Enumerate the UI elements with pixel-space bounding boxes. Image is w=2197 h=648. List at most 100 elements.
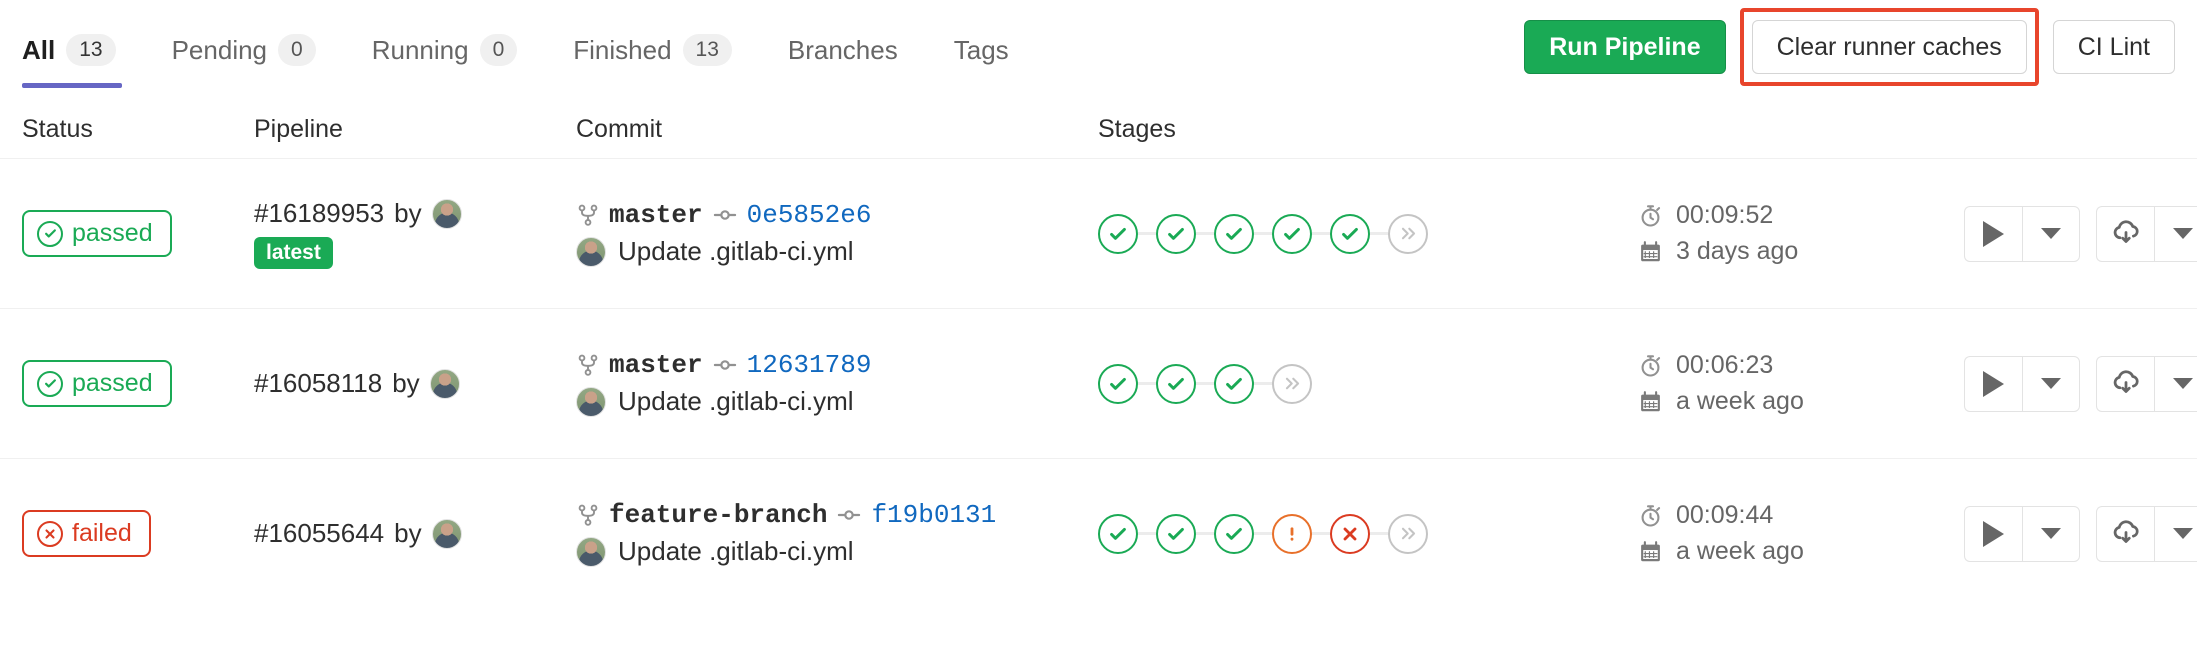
stage-connector — [1312, 532, 1330, 535]
stage-success-icon[interactable] — [1156, 364, 1196, 404]
commit-message-link[interactable]: Update .gitlab-ci.yml — [618, 386, 854, 417]
stages-graph — [1098, 514, 1638, 554]
finished-time-text: a week ago — [1676, 387, 1804, 416]
avatar[interactable] — [430, 369, 460, 399]
stages-cell — [1098, 214, 1638, 254]
check-circle-icon — [37, 221, 63, 247]
tab-label: Pending — [172, 35, 267, 66]
cloud-download-icon — [2111, 217, 2141, 250]
stage-failed-icon[interactable] — [1330, 514, 1370, 554]
stage-connector — [1370, 232, 1388, 235]
stage-success-icon[interactable] — [1098, 214, 1138, 254]
stage-connector — [1138, 532, 1156, 535]
duration-text: 00:09:44 — [1676, 501, 1773, 530]
avatar[interactable] — [576, 537, 606, 567]
branch-name-link[interactable]: feature-branch — [609, 500, 827, 530]
ci-lint-button[interactable]: CI Lint — [2053, 20, 2175, 74]
branch-icon — [576, 352, 600, 378]
commit-message-link[interactable]: Update .gitlab-ci.yml — [618, 236, 854, 267]
play-icon — [1983, 221, 2004, 247]
play-button-group — [1964, 506, 2080, 562]
commit-message-link[interactable]: Update .gitlab-ci.yml — [618, 536, 854, 567]
commit-sha-link[interactable]: 12631789 — [747, 350, 872, 380]
status-badge[interactable]: passed — [22, 360, 172, 407]
stage-success-icon[interactable] — [1214, 364, 1254, 404]
duration-text: 00:09:52 — [1676, 201, 1773, 230]
pipeline-id-link[interactable]: #16189953 — [254, 198, 384, 229]
pipeline-by-label: by — [394, 518, 421, 549]
download-dropdown-button[interactable] — [2154, 206, 2197, 262]
tab-pending[interactable]: Pending0 — [144, 0, 344, 100]
tab-finished[interactable]: Finished13 — [545, 0, 760, 100]
timer-icon — [1638, 353, 1663, 378]
play-dropdown-button[interactable] — [2022, 206, 2080, 262]
clear-runner-caches-highlight: Clear runner caches — [1740, 8, 2039, 86]
tab-branches[interactable]: Branches — [760, 0, 926, 100]
pipeline-by-label: by — [392, 368, 419, 399]
status-badge[interactable]: passed — [22, 210, 172, 257]
pipeline-meta-cell: 00:06:23 a week ago — [1638, 351, 1948, 416]
avatar[interactable] — [576, 387, 606, 417]
status-label: passed — [72, 369, 153, 398]
status-badge[interactable]: failed — [22, 510, 151, 557]
pipeline-cell: #16055644 by — [254, 518, 576, 549]
stage-skipped-icon[interactable] — [1272, 364, 1312, 404]
calendar-icon — [1638, 389, 1663, 414]
play-dropdown-button[interactable] — [2022, 356, 2080, 412]
stage-success-icon[interactable] — [1214, 514, 1254, 554]
stage-success-icon[interactable] — [1330, 214, 1370, 254]
stage-skipped-icon[interactable] — [1388, 214, 1428, 254]
play-button[interactable] — [1964, 206, 2022, 262]
chevron-down-icon — [2041, 378, 2061, 389]
tab-running[interactable]: Running0 — [344, 0, 546, 100]
run-pipeline-button[interactable]: Run Pipeline — [1524, 20, 1725, 74]
commit-node-icon — [836, 504, 862, 526]
pipeline-cell: #16189953 by latest — [254, 198, 576, 269]
download-artifacts-button[interactable] — [2096, 206, 2154, 262]
stage-success-icon[interactable] — [1214, 214, 1254, 254]
chevron-down-icon — [2041, 528, 2061, 539]
play-button[interactable] — [1964, 506, 2022, 562]
stage-success-icon[interactable] — [1098, 514, 1138, 554]
branch-icon — [576, 202, 600, 228]
stage-connector — [1138, 232, 1156, 235]
download-dropdown-button[interactable] — [2154, 356, 2197, 412]
tab-tags[interactable]: Tags — [926, 0, 1037, 100]
play-button-group — [1964, 356, 2080, 412]
play-icon — [1983, 371, 2004, 397]
column-header-stages: Stages — [1098, 115, 1638, 144]
pipeline-by-label: by — [394, 198, 421, 229]
stage-warning-icon[interactable] — [1272, 514, 1312, 554]
stage-success-icon[interactable] — [1272, 214, 1312, 254]
download-artifacts-button[interactable] — [2096, 356, 2154, 412]
branch-name-link[interactable]: master — [609, 200, 703, 230]
avatar[interactable] — [432, 519, 462, 549]
pipeline-id-link[interactable]: #16055644 — [254, 518, 384, 549]
table-header-row: Status Pipeline Commit Stages — [0, 100, 2197, 158]
stage-success-icon[interactable] — [1156, 214, 1196, 254]
cloud-download-icon — [2111, 367, 2141, 400]
table-row: failed #16055644 by feature-branch f19b0… — [0, 458, 2197, 608]
commit-node-icon — [712, 204, 738, 226]
branch-name-link[interactable]: master — [609, 350, 703, 380]
avatar[interactable] — [432, 199, 462, 229]
pipeline-filter-tabs: All13Pending0Running0Finished13BranchesT… — [22, 0, 1037, 100]
commit-sha-link[interactable]: f19b0131 — [871, 500, 996, 530]
stage-connector — [1370, 532, 1388, 535]
pipeline-meta-cell: 00:09:44 a week ago — [1638, 501, 1948, 566]
pipeline-id-link[interactable]: #16058118 — [254, 368, 382, 399]
download-dropdown-button[interactable] — [2154, 506, 2197, 562]
commit-sha-link[interactable]: 0e5852e6 — [747, 200, 872, 230]
stage-success-icon[interactable] — [1098, 364, 1138, 404]
download-artifacts-button[interactable] — [2096, 506, 2154, 562]
play-button[interactable] — [1964, 356, 2022, 412]
play-button-group — [1964, 206, 2080, 262]
calendar-icon — [1638, 239, 1663, 264]
play-dropdown-button[interactable] — [2022, 506, 2080, 562]
stage-skipped-icon[interactable] — [1388, 514, 1428, 554]
avatar[interactable] — [576, 237, 606, 267]
tab-all[interactable]: All13 — [22, 0, 144, 100]
stage-success-icon[interactable] — [1156, 514, 1196, 554]
stage-connector — [1254, 382, 1272, 385]
clear-runner-caches-button[interactable]: Clear runner caches — [1752, 20, 2027, 74]
